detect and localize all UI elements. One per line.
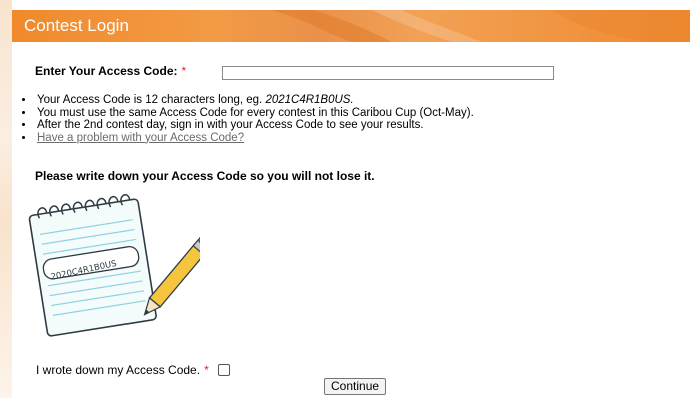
info-item-results: After the 2nd contest day, sign in with … (37, 119, 424, 131)
info-item-length: Your Access Code is 12 characters long, … (37, 94, 266, 106)
list-item: Have a problem with your Access Code? (35, 132, 474, 145)
confirm-checkbox[interactable] (217, 364, 230, 376)
confirm-label: I wrote down my Access Code. (36, 363, 201, 377)
info-item-same-code: You must use the same Access Code for ev… (37, 106, 474, 119)
page-left-accent (0, 0, 12, 398)
continue-button[interactable]: Continue (324, 378, 387, 395)
notepad-pencil-illustration: 2020C4R1B0US (28, 194, 200, 337)
example-code: 2021C4R1B0US. (265, 94, 354, 106)
access-code-help-link[interactable]: Have a problem with your Access Code? (37, 132, 244, 144)
write-down-warning: Please write down your Access Code so yo… (35, 169, 375, 183)
confirm-row: I wrote down my Access Code. * (36, 363, 230, 377)
list-item: After the 2nd contest day, sign in with … (35, 119, 474, 132)
header-bar: Contest Login (12, 10, 690, 42)
login-panel: Enter Your Access Code: * Your Access Co… (12, 42, 690, 398)
access-code-row: Enter Your Access Code: * (35, 64, 186, 78)
page-title: Contest Login (24, 16, 129, 35)
list-item: Your Access Code is 12 characters long, … (35, 94, 474, 107)
required-marker: * (204, 363, 209, 377)
access-code-info-list: Your Access Code is 12 characters long, … (22, 94, 474, 144)
list-item: You must use the same Access Code for ev… (35, 107, 474, 120)
access-code-label: Enter Your Access Code: (35, 64, 178, 78)
required-marker: * (181, 64, 187, 78)
access-code-input[interactable] (222, 66, 554, 80)
